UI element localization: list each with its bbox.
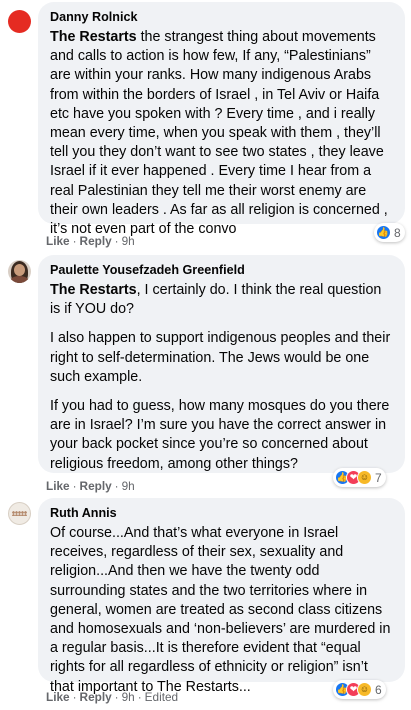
comment-text: The Restarts, I certainly do. I think th… xyxy=(50,282,382,318)
mention-link[interactable]: The Restarts xyxy=(50,282,137,298)
reply-link[interactable]: Reply xyxy=(80,690,112,704)
timestamp[interactable]: 9h xyxy=(122,690,135,704)
comment-bubble: Paulette Yousefzadeh Greenfield The Rest… xyxy=(38,255,405,473)
comment-author[interactable]: Paulette Yousefzadeh Greenfield xyxy=(50,262,395,279)
reaction-summary[interactable]: 👍 ❤ ☺ 7 xyxy=(333,468,386,487)
reaction-summary[interactable]: 👍 8 xyxy=(374,223,405,242)
avatar[interactable] xyxy=(8,260,31,283)
reply-link[interactable]: Reply xyxy=(80,479,112,493)
like-link[interactable]: Like xyxy=(46,479,70,493)
comment-actions: Like · Reply · 9h xyxy=(46,479,135,493)
comment-text: Of course...And that’s what everyone in … xyxy=(50,525,391,695)
reaction-count: 7 xyxy=(375,470,382,485)
comment-bubble: Ruth Annis Of course...And that’s what e… xyxy=(38,498,405,695)
like-icon: 👍 xyxy=(376,225,391,240)
comment-author[interactable]: Danny Rolnick xyxy=(50,9,395,26)
haha-icon: ☺ xyxy=(357,470,372,485)
comment-text: If you had to guess, how many mosques do… xyxy=(50,398,390,472)
like-link[interactable]: Like xyxy=(46,690,70,704)
reply-link[interactable]: Reply xyxy=(80,234,112,248)
like-link[interactable]: Like xyxy=(46,234,70,248)
haha-icon: ☺ xyxy=(357,682,372,697)
reaction-count: 6 xyxy=(375,682,382,697)
timestamp[interactable]: 9h xyxy=(122,479,135,493)
comment-text: I also happen to support indigenous peop… xyxy=(50,330,391,385)
edited-label: Edited xyxy=(144,690,179,704)
comment-actions: Like · Reply · 9h xyxy=(46,234,135,248)
reaction-summary[interactable]: 👍 ❤ ☺ 6 xyxy=(333,680,386,699)
avatar[interactable] xyxy=(8,10,31,33)
avatar[interactable] xyxy=(8,502,31,525)
comment-bubble: Danny Rolnick The Restarts the strangest… xyxy=(38,2,405,237)
reaction-count: 8 xyxy=(394,225,401,240)
comment-actions: Like · Reply · 9h · Edited xyxy=(46,690,179,704)
comment-text: The Restarts the strangest thing about m… xyxy=(50,29,388,238)
comment-author[interactable]: Ruth Annis xyxy=(50,505,395,522)
mention-link[interactable]: The Restarts xyxy=(50,29,137,45)
timestamp[interactable]: 9h xyxy=(122,234,135,248)
